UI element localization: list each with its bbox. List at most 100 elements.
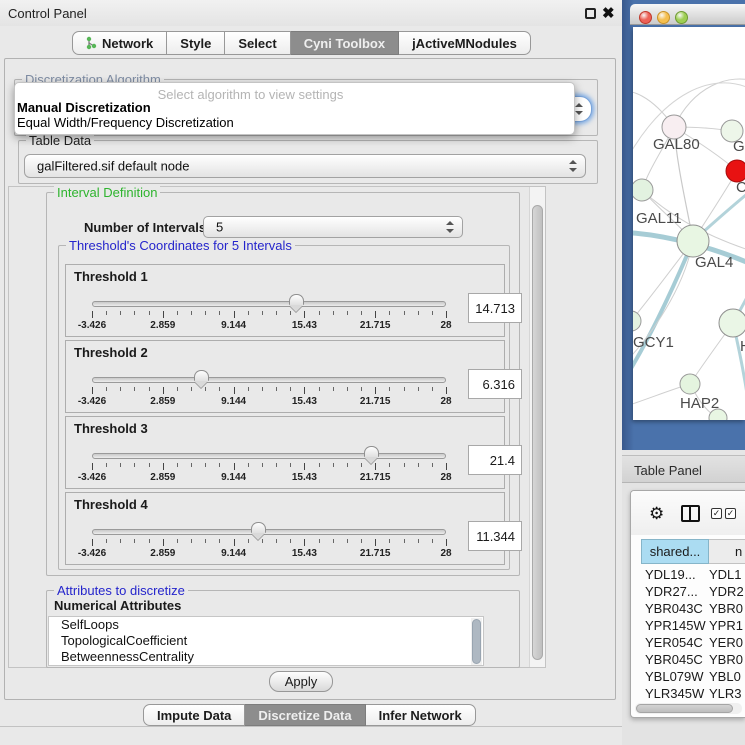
table-row[interactable]: YLR345WYLR3 xyxy=(631,685,745,702)
tick-mark xyxy=(389,463,390,467)
scrollbar-thumb[interactable] xyxy=(636,704,733,713)
tick-mark xyxy=(120,539,121,543)
slider-track[interactable] xyxy=(92,301,446,307)
network-node-label: H xyxy=(740,338,745,355)
numerical-attributes-label: Numerical Attributes xyxy=(54,598,181,613)
attributes-list-scrollbar[interactable] xyxy=(471,618,482,665)
tick-label: 21.715 xyxy=(360,396,391,407)
gear-icon[interactable]: ⚙ xyxy=(649,505,664,522)
network-node-hap2[interactable] xyxy=(680,374,700,394)
tick-mark xyxy=(234,311,235,318)
table-row[interactable]: YER054CYER0 xyxy=(631,634,745,651)
tick-label: 21.715 xyxy=(360,548,391,559)
traffic-light-minimize-icon[interactable] xyxy=(657,11,670,24)
slider-track[interactable] xyxy=(92,529,446,535)
control-panel-titlebar: Control Panel ✖ xyxy=(0,0,622,26)
tick-mark xyxy=(149,387,150,391)
tick-mark xyxy=(219,539,220,543)
traffic-light-close-icon[interactable] xyxy=(639,11,652,24)
attribute-item-topologicalcoefficient[interactable]: TopologicalCoefficient xyxy=(49,633,483,649)
tick-mark xyxy=(248,311,249,315)
panel-bottom-divider xyxy=(0,726,622,727)
slider-track[interactable] xyxy=(92,377,446,383)
tick-mark xyxy=(219,311,220,315)
number-of-intervals-value: 5 xyxy=(216,220,223,235)
threshold-label: Threshold 4 xyxy=(74,497,148,512)
network-svg: GAL80GCGAL11GAL4GCY1HHAP2 xyxy=(633,27,745,420)
algorithm-option-manual-discretization[interactable]: Manual Discretization xyxy=(15,100,574,115)
tab-cyni-toolbox[interactable]: Cyni Toolbox xyxy=(291,31,399,55)
table-row[interactable]: YBR045CYBR0 xyxy=(631,651,745,668)
tab-label: Style xyxy=(180,36,211,51)
network-node-gcy1[interactable] xyxy=(633,311,641,331)
tick-mark xyxy=(446,463,447,470)
apply-button[interactable]: Apply xyxy=(269,671,333,692)
tick-label: 28 xyxy=(440,472,451,483)
threshold-panel: Threshold 1 -3.4262.8599.14415.4321.7152… xyxy=(65,264,505,337)
tick-mark xyxy=(404,539,405,543)
tick-mark xyxy=(333,387,334,391)
slider-track[interactable] xyxy=(92,453,446,459)
checkbox-icon[interactable]: ✓ xyxy=(725,508,736,519)
slider-thumb[interactable] xyxy=(251,522,266,539)
tick-mark xyxy=(177,463,178,467)
tick-mark xyxy=(248,387,249,391)
table-data-combobox[interactable]: galFiltered.sif default node xyxy=(24,154,586,178)
tick-mark xyxy=(432,387,433,391)
slider-thumb[interactable] xyxy=(194,370,209,387)
table-row[interactable]: YPR145WYPR1 xyxy=(631,617,745,634)
tab-infer-network[interactable]: Infer Network xyxy=(366,704,476,726)
threshold-panel: Threshold 4 -3.4262.8599.14415.4321.7152… xyxy=(65,492,505,565)
tick-mark xyxy=(389,387,390,391)
network-edge[interactable] xyxy=(633,241,693,389)
column-header-name[interactable]: n xyxy=(709,539,745,564)
traffic-light-zoom-icon[interactable] xyxy=(675,11,688,24)
table-row[interactable]: YBL079WYBL0 xyxy=(631,668,745,685)
table-row[interactable]: YDL19...YDL1 xyxy=(631,566,745,583)
table-row[interactable]: YDR27...YDR2 xyxy=(631,583,745,600)
table-horizontal-scrollbar[interactable] xyxy=(635,703,742,714)
slider-thumb[interactable] xyxy=(289,294,304,311)
algorithm-option-equal-width-frequency-discretization[interactable]: Equal Width/Frequency Discretization xyxy=(15,115,574,130)
scrollbar-thumb[interactable] xyxy=(472,619,481,664)
settings-vertical-scrollbar[interactable] xyxy=(529,187,545,667)
threshold-value-field[interactable]: 14.713 xyxy=(468,293,522,323)
threshold-value-field[interactable]: 21.4 xyxy=(468,445,522,475)
tab-network[interactable]: Network xyxy=(72,31,167,55)
checkbox-icon[interactable]: ✓ xyxy=(711,508,722,519)
tick-mark xyxy=(418,311,419,315)
network-node-gal11[interactable] xyxy=(633,179,653,201)
tab-style[interactable]: Style xyxy=(167,31,225,55)
tick-mark xyxy=(418,387,419,391)
network-node-gal4[interactable] xyxy=(677,225,709,257)
slider-thumb[interactable] xyxy=(364,446,379,463)
tick-mark xyxy=(134,387,135,391)
float-window-icon[interactable] xyxy=(585,8,596,19)
columns-icon[interactable] xyxy=(681,505,700,522)
tick-mark xyxy=(304,463,305,470)
threshold-value-field[interactable]: 6.316 xyxy=(468,369,522,399)
tab-impute-data[interactable]: Impute Data xyxy=(143,704,245,726)
number-of-intervals-spinner[interactable]: 5 xyxy=(203,216,463,238)
tick-mark xyxy=(361,311,362,315)
close-icon[interactable]: ✖ xyxy=(602,4,615,22)
tab-jactivemnodules[interactable]: jActiveMNodules xyxy=(399,31,531,55)
column-header-shared-name[interactable]: shared... xyxy=(641,539,709,564)
tick-label: 15.43 xyxy=(292,548,317,559)
tick-mark xyxy=(92,387,93,394)
tick-label: 21.715 xyxy=(360,472,391,483)
tick-mark xyxy=(163,463,164,470)
tick-mark xyxy=(149,539,150,543)
tab-discretize-data[interactable]: Discretize Data xyxy=(245,704,365,726)
threshold-value-field[interactable]: 11.344 xyxy=(468,521,522,551)
tab-select[interactable]: Select xyxy=(225,31,290,55)
tick-mark xyxy=(205,311,206,315)
attribute-item-selfloops[interactable]: SelfLoops xyxy=(49,617,483,633)
tick-mark xyxy=(177,539,178,543)
network-node-h-clipped[interactable] xyxy=(719,309,745,337)
scrollbar-thumb[interactable] xyxy=(532,205,543,660)
tick-mark xyxy=(290,539,291,543)
table-row[interactable]: YBR043CYBR0 xyxy=(631,600,745,617)
attribute-item-betweennesscentrality[interactable]: BetweennessCentrality xyxy=(49,649,483,665)
cell-name: YBR0 xyxy=(709,652,743,667)
